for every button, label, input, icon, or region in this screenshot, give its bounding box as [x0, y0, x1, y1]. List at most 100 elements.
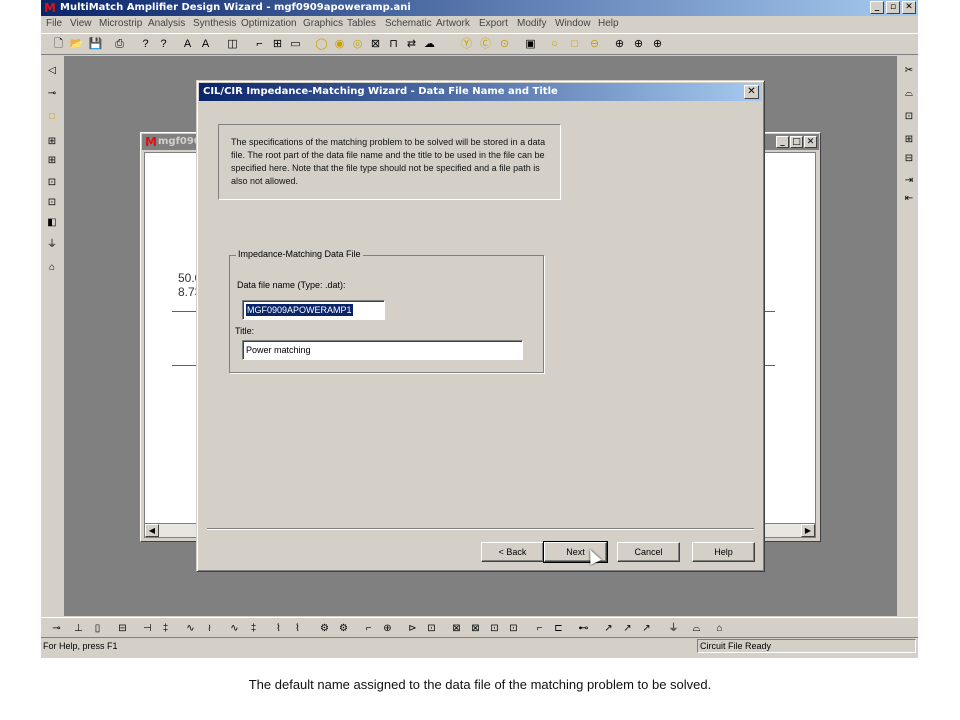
coupled-icon[interactable]: ⌇: [290, 621, 305, 636]
frame-icon[interactable]: ▣: [523, 37, 538, 52]
shunt-rlc-icon[interactable]: ‡: [246, 621, 261, 636]
dot-box-icon[interactable]: ⊡: [901, 109, 917, 125]
network-icon[interactable]: ⊠: [449, 621, 464, 636]
dialog-titlebar[interactable]: CIL/CIR Impedance-Matching Wizard - Data…: [199, 83, 762, 101]
rlc-icon[interactable]: ∿: [227, 621, 242, 636]
shape-icon[interactable]: ⌓: [901, 86, 917, 102]
back-button[interactable]: < Back: [481, 542, 544, 562]
menu-file[interactable]: File: [46, 16, 62, 32]
gear2-icon[interactable]: ⚙: [336, 621, 351, 636]
amp1-icon[interactable]: ⊕: [612, 37, 627, 52]
arrow1-icon[interactable]: ↗: [601, 621, 616, 636]
stub2-icon[interactable]: ⊕: [380, 621, 395, 636]
help-icon[interactable]: ?: [138, 37, 153, 52]
in-port-icon[interactable]: ⇤: [901, 191, 917, 207]
child-maximize-button[interactable]: □: [790, 136, 803, 148]
circle-yellow-icon[interactable]: ◯: [314, 37, 329, 52]
shunt-l-icon[interactable]: ≀: [202, 621, 217, 636]
help-button[interactable]: Help: [692, 542, 755, 562]
menu-tables[interactable]: Tables: [347, 16, 376, 32]
line-node-icon[interactable]: ⊷: [576, 621, 591, 636]
cil-icon[interactable]: ⊞: [44, 153, 60, 169]
short-stub-icon[interactable]: ⊏: [551, 621, 566, 636]
cancel-button[interactable]: Cancel: [617, 542, 680, 562]
series-r-icon[interactable]: ⊟: [115, 621, 130, 636]
dvi-icon[interactable]: ⊡: [44, 195, 60, 211]
shunt-c-icon[interactable]: ‡: [158, 621, 173, 636]
menu-microstrip[interactable]: Microstrip: [99, 16, 142, 32]
cloud-icon[interactable]: ☁: [422, 37, 437, 52]
amp3-icon[interactable]: ⊕: [650, 37, 665, 52]
grid-icon[interactable]: ⊠: [368, 37, 383, 52]
yellow-c-icon[interactable]: Ⓒ: [478, 37, 493, 52]
file-name-input[interactable]: MGF0909APOWERAMP1: [242, 300, 385, 320]
new-icon[interactable]: 🗋: [51, 37, 66, 52]
out-port-icon[interactable]: ⇥: [901, 173, 917, 189]
menu-analysis[interactable]: Analysis: [148, 16, 185, 32]
yellow-y-icon[interactable]: Ⓨ: [459, 37, 474, 52]
amp2-tool-icon[interactable]: ⌂: [712, 621, 727, 636]
capacitor-icon[interactable]: ⊥: [71, 621, 86, 636]
plus-box-icon[interactable]: ⊞: [901, 132, 917, 148]
minus-box-icon[interactable]: ⊟: [901, 151, 917, 167]
target-icon[interactable]: ◎: [350, 37, 365, 52]
cir-icon[interactable]: ⊞: [44, 134, 60, 150]
network4-icon[interactable]: ⊡: [506, 621, 521, 636]
amp-icon[interactable]: ⌂: [44, 260, 60, 276]
menu-window[interactable]: Window: [555, 16, 591, 32]
io-icon[interactable]: ⊡: [44, 175, 60, 191]
context-help-icon[interactable]: ?: [156, 37, 171, 52]
font-down-icon[interactable]: A: [198, 37, 213, 52]
cut-icon[interactable]: ✂: [901, 63, 917, 79]
child-close-button[interactable]: ✕: [804, 136, 817, 148]
amp2-icon[interactable]: ⊕: [631, 37, 646, 52]
series-c-icon[interactable]: ⊣: [140, 621, 155, 636]
app-titlebar[interactable]: M MultiMatch Amplifier Design Wizard - m…: [41, 0, 918, 16]
close-button[interactable]: ✕: [902, 1, 916, 14]
arrow3-icon[interactable]: ↗: [639, 621, 654, 636]
menu-modify[interactable]: Modify: [517, 16, 546, 32]
menu-artwork[interactable]: Artwork: [436, 16, 470, 32]
network2-icon[interactable]: ⊠: [468, 621, 483, 636]
stub-icon[interactable]: ⌐: [361, 621, 376, 636]
menu-export[interactable]: Export: [479, 16, 508, 32]
circle-icon[interactable]: ○: [547, 37, 562, 52]
title-input[interactable]: Power matching: [242, 340, 523, 360]
zoom-icon[interactable]: ◉: [332, 37, 347, 52]
minus-circle-icon[interactable]: ⊖: [587, 37, 602, 52]
network3-icon[interactable]: ⊡: [487, 621, 502, 636]
node-icon[interactable]: ⊸: [44, 86, 60, 102]
menu-synthesis[interactable]: Synthesis: [193, 16, 236, 32]
font-up-icon[interactable]: A: [180, 37, 195, 52]
arrow2-icon[interactable]: ↗: [620, 621, 635, 636]
diode-icon[interactable]: ⊳: [405, 621, 420, 636]
save-icon[interactable]: 💾: [88, 37, 103, 52]
scroll-right-icon[interactable]: ▶: [801, 524, 815, 537]
menu-optimization[interactable]: Optimization: [241, 16, 297, 32]
menu-graphics[interactable]: Graphics: [303, 16, 343, 32]
component-icon[interactable]: ⊞: [270, 37, 285, 52]
inductor-icon[interactable]: ▯: [90, 621, 105, 636]
expand-icon[interactable]: ◫: [225, 37, 240, 52]
square-icon[interactable]: □: [567, 37, 582, 52]
resistor-icon[interactable]: ⊸: [49, 621, 64, 636]
tline-icon[interactable]: ⌇: [271, 621, 286, 636]
text-icon[interactable]: ▭: [288, 37, 303, 52]
yellow-dot-icon[interactable]: ⊙: [497, 37, 512, 52]
minimize-button[interactable]: _: [870, 1, 884, 14]
chip-icon[interactable]: ◧: [44, 215, 60, 231]
ground-icon[interactable]: ⏚: [44, 237, 60, 253]
menu-view[interactable]: View: [70, 16, 92, 32]
print-icon[interactable]: ⎙: [112, 37, 127, 52]
scroll-left-icon[interactable]: ◀: [145, 524, 159, 537]
wire-icon[interactable]: ⌐: [252, 37, 267, 52]
open-icon[interactable]: 📂: [69, 37, 84, 52]
gear-icon[interactable]: ⚙: [317, 621, 332, 636]
box-icon[interactable]: ⊓: [386, 37, 401, 52]
transistor-icon[interactable]: ⊡: [424, 621, 439, 636]
dialog-close-button[interactable]: ✕: [744, 85, 759, 99]
restore-button[interactable]: ▫: [886, 1, 900, 14]
child-minimize-button[interactable]: _: [776, 136, 789, 148]
port-icon[interactable]: ◁: [44, 63, 60, 79]
menu-schematic[interactable]: Schematic: [385, 16, 432, 32]
